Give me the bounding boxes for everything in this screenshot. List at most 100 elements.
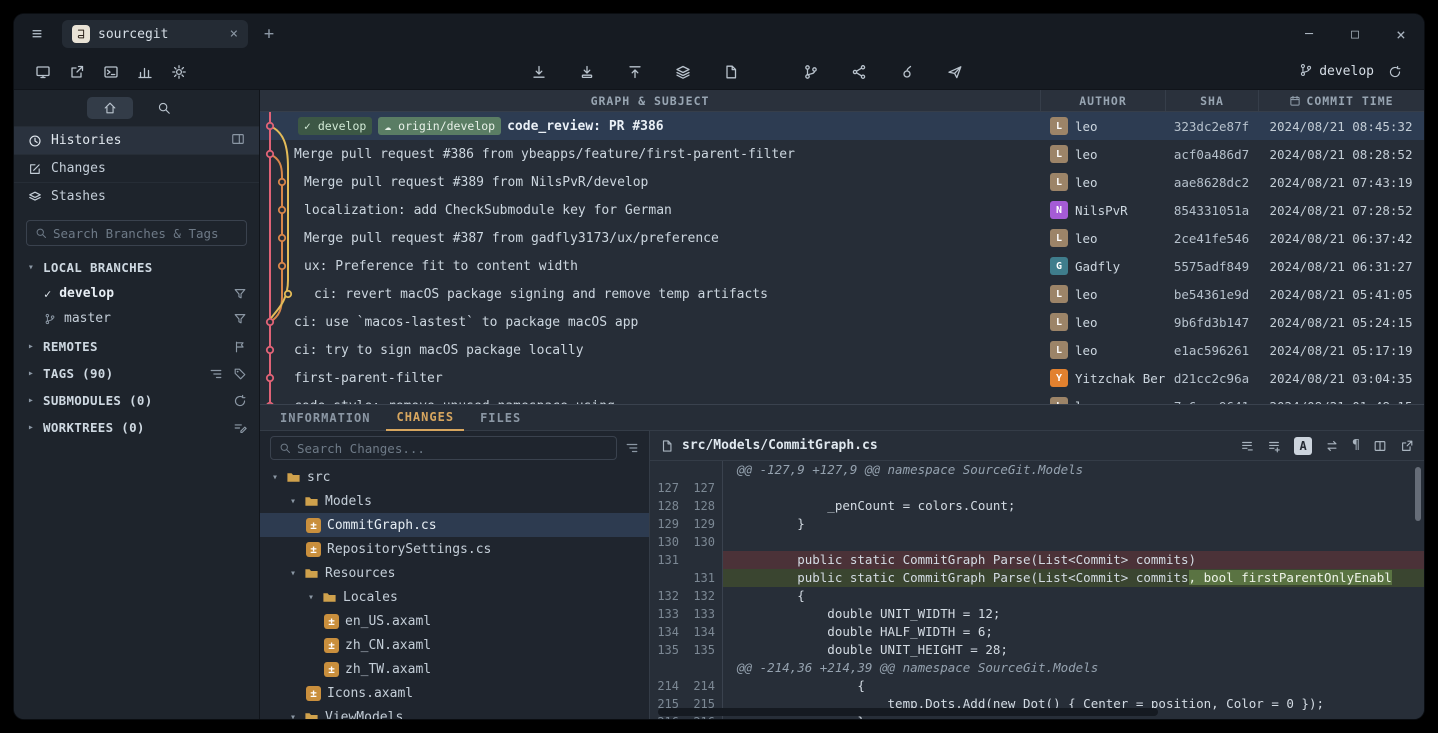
tree-folder-row[interactable]: ▾ src xyxy=(260,465,649,489)
prune-worktrees-icon[interactable] xyxy=(233,421,247,435)
tree-folder-row[interactable]: ▾ Locales xyxy=(260,585,649,609)
push-button[interactable] xyxy=(620,59,650,85)
commit-row[interactable]: ✓ develop ☁ origin/develop code_review: PR… xyxy=(260,112,1424,140)
search-button[interactable] xyxy=(141,97,187,119)
chevron-down-icon[interactable]: ▾ xyxy=(270,472,280,483)
update-submodules-icon[interactable] xyxy=(233,394,247,408)
remotes-header[interactable]: ▸ REMOTES xyxy=(14,333,259,360)
diff-horizontal-scrollbar[interactable] xyxy=(658,708,1158,716)
chevron-down-icon[interactable]: ▾ xyxy=(288,712,298,720)
close-button[interactable]: × xyxy=(1378,14,1424,54)
sidebar-item-changes[interactable]: Changes xyxy=(14,154,259,182)
commit-row[interactable]: Merge pull request #389 from NilsPvR/dev… xyxy=(260,168,1424,196)
tree-folder-row[interactable]: ▾ Models xyxy=(260,489,649,513)
column-sha[interactable]: SHA xyxy=(1165,90,1258,111)
tree-file-row[interactable]: ± Icons.axaml xyxy=(260,681,649,705)
commit-row[interactable]: code-style: remove unused namespace usin… xyxy=(260,392,1424,404)
tag-list-mode-icon[interactable] xyxy=(209,367,223,381)
commit-row[interactable]: ci: use `macos-lastest` to package macOS… xyxy=(260,308,1424,336)
new-branch-button[interactable] xyxy=(796,59,826,85)
tab-files[interactable]: FILES xyxy=(470,411,531,430)
commit-row[interactable]: first-parent-filter Y Yitzchak Ber d21cc2c9… xyxy=(260,364,1424,392)
tab-changes[interactable]: CHANGES xyxy=(386,410,465,431)
new-tag-icon[interactable] xyxy=(233,367,247,381)
commit-row[interactable]: Merge pull request #386 from ybeapps/fea… xyxy=(260,140,1424,168)
tree-folder-row[interactable]: ▾ ViewModels xyxy=(260,705,649,719)
chevron-down-icon[interactable]: ▾ xyxy=(306,592,316,603)
commit-row[interactable]: ux: Preference fit to content width G Gadf… xyxy=(260,252,1424,280)
old-line-number: 130 xyxy=(657,535,679,549)
tree-label: Locales xyxy=(343,589,398,605)
add-remote-icon[interactable] xyxy=(233,340,247,354)
author-name: leo xyxy=(1075,174,1098,190)
cherry-pick-button[interactable] xyxy=(892,59,922,85)
commit-row[interactable]: Merge pull request #387 from gadfly3173/… xyxy=(260,224,1424,252)
worktrees-header[interactable]: ▸ WORKTREES (0) xyxy=(14,414,259,441)
column-graph-subject[interactable]: GRAPH & SUBJECT xyxy=(260,90,1040,111)
column-commit-time[interactable]: COMMIT TIME xyxy=(1258,90,1424,111)
branch-search-input[interactable] xyxy=(53,225,238,241)
minimize-button[interactable]: ─ xyxy=(1286,14,1332,54)
branch-search-box[interactable] xyxy=(26,220,247,246)
tab-information[interactable]: INFORMATION xyxy=(270,411,380,430)
preferences-button[interactable] xyxy=(164,59,194,85)
changes-search-input[interactable] xyxy=(297,440,608,456)
main-menu-button[interactable]: ≡ xyxy=(20,20,54,48)
submodules-header[interactable]: ▸ SUBMODULES (0) xyxy=(14,387,259,414)
increase-context-icon[interactable] xyxy=(1267,439,1281,453)
diff-vertical-scrollbar[interactable] xyxy=(1415,467,1421,521)
new-tab-button[interactable]: + xyxy=(256,21,282,47)
chevron-right-icon: ▸ xyxy=(27,422,35,433)
syntax-highlight-toggle[interactable]: A xyxy=(1294,436,1313,455)
tree-file-row[interactable]: ± zh_CN.axaml xyxy=(260,633,649,657)
tree-mode-toggle-icon[interactable] xyxy=(625,441,639,455)
merge-button[interactable] xyxy=(844,59,874,85)
fetch-button[interactable] xyxy=(524,59,554,85)
tab-close-icon[interactable]: × xyxy=(230,26,238,42)
branch-item-master[interactable]: master xyxy=(14,306,259,331)
side-by-side-icon[interactable] xyxy=(1373,439,1387,453)
home-button[interactable] xyxy=(86,97,133,119)
statistics-button[interactable] xyxy=(130,59,160,85)
layout-toggle-icon[interactable] xyxy=(231,132,245,150)
filter-icon[interactable] xyxy=(233,287,247,301)
filter-icon[interactable] xyxy=(233,312,247,326)
branch-item-develop[interactable]: ✓ develop xyxy=(14,281,259,306)
terminal-button[interactable] xyxy=(96,59,126,85)
repository-tab[interactable]: sourcegit × xyxy=(62,20,248,48)
tree-file-row[interactable]: ± RepositorySettings.cs xyxy=(260,537,649,561)
stash-button[interactable] xyxy=(668,59,698,85)
commit-row[interactable]: ci: try to sign macOS package locally Lle… xyxy=(260,336,1424,364)
sidebar-item-stashes[interactable]: Stashes xyxy=(14,182,259,210)
tags-header[interactable]: ▸ TAGS (90) xyxy=(14,360,259,387)
chevron-down-icon[interactable]: ▾ xyxy=(288,568,298,579)
open-in-external-button[interactable] xyxy=(62,59,92,85)
changes-search-box[interactable] xyxy=(270,436,617,460)
open-repository-button[interactable] xyxy=(28,59,58,85)
maximize-button[interactable]: □ xyxy=(1332,14,1378,54)
open-in-merge-tool-icon[interactable] xyxy=(1400,439,1414,453)
tree-file-row[interactable]: ± zh_TW.axaml xyxy=(260,657,649,681)
tree-file-row[interactable]: ± en_US.axaml xyxy=(260,609,649,633)
tree-file-row[interactable]: ± CommitGraph.cs xyxy=(260,513,649,537)
tree-folder-row[interactable]: ▾ Resources xyxy=(260,561,649,585)
show-whitespace-icon[interactable]: ¶ xyxy=(1352,438,1360,453)
branch-badge[interactable]: ☁ origin/develop xyxy=(378,117,502,135)
branch-badge[interactable]: ✓ develop xyxy=(298,117,373,135)
refresh-button[interactable] xyxy=(1380,59,1410,85)
pull-button[interactable] xyxy=(572,59,602,85)
apply-patch-button[interactable] xyxy=(716,59,746,85)
old-line-number: 135 xyxy=(657,643,679,657)
send-button[interactable] xyxy=(940,59,970,85)
commit-list[interactable]: ✓ develop ☁ origin/develop code_review: PR… xyxy=(260,112,1424,404)
decrease-context-icon[interactable] xyxy=(1240,439,1254,453)
column-author[interactable]: AUTHOR xyxy=(1040,90,1165,111)
word-wrap-icon[interactable] xyxy=(1325,439,1339,453)
sidebar-item-histories[interactable]: Histories xyxy=(14,126,259,154)
diff-content[interactable]: @@ -127,9 +127,9 @@ namespace SourceGit.… xyxy=(650,461,1424,719)
commit-row[interactable]: localization: add CheckSubmodule key for… xyxy=(260,196,1424,224)
local-branches-header[interactable]: ▾ LOCAL BRANCHES xyxy=(14,254,259,281)
chevron-down-icon[interactable]: ▾ xyxy=(288,496,298,507)
commit-row[interactable]: ci: revert macOS package signing and rem… xyxy=(260,280,1424,308)
changed-files-tree[interactable]: ▾ src ▾ Models ± CommitGraph.cs ± RepositorySet… xyxy=(260,465,649,719)
